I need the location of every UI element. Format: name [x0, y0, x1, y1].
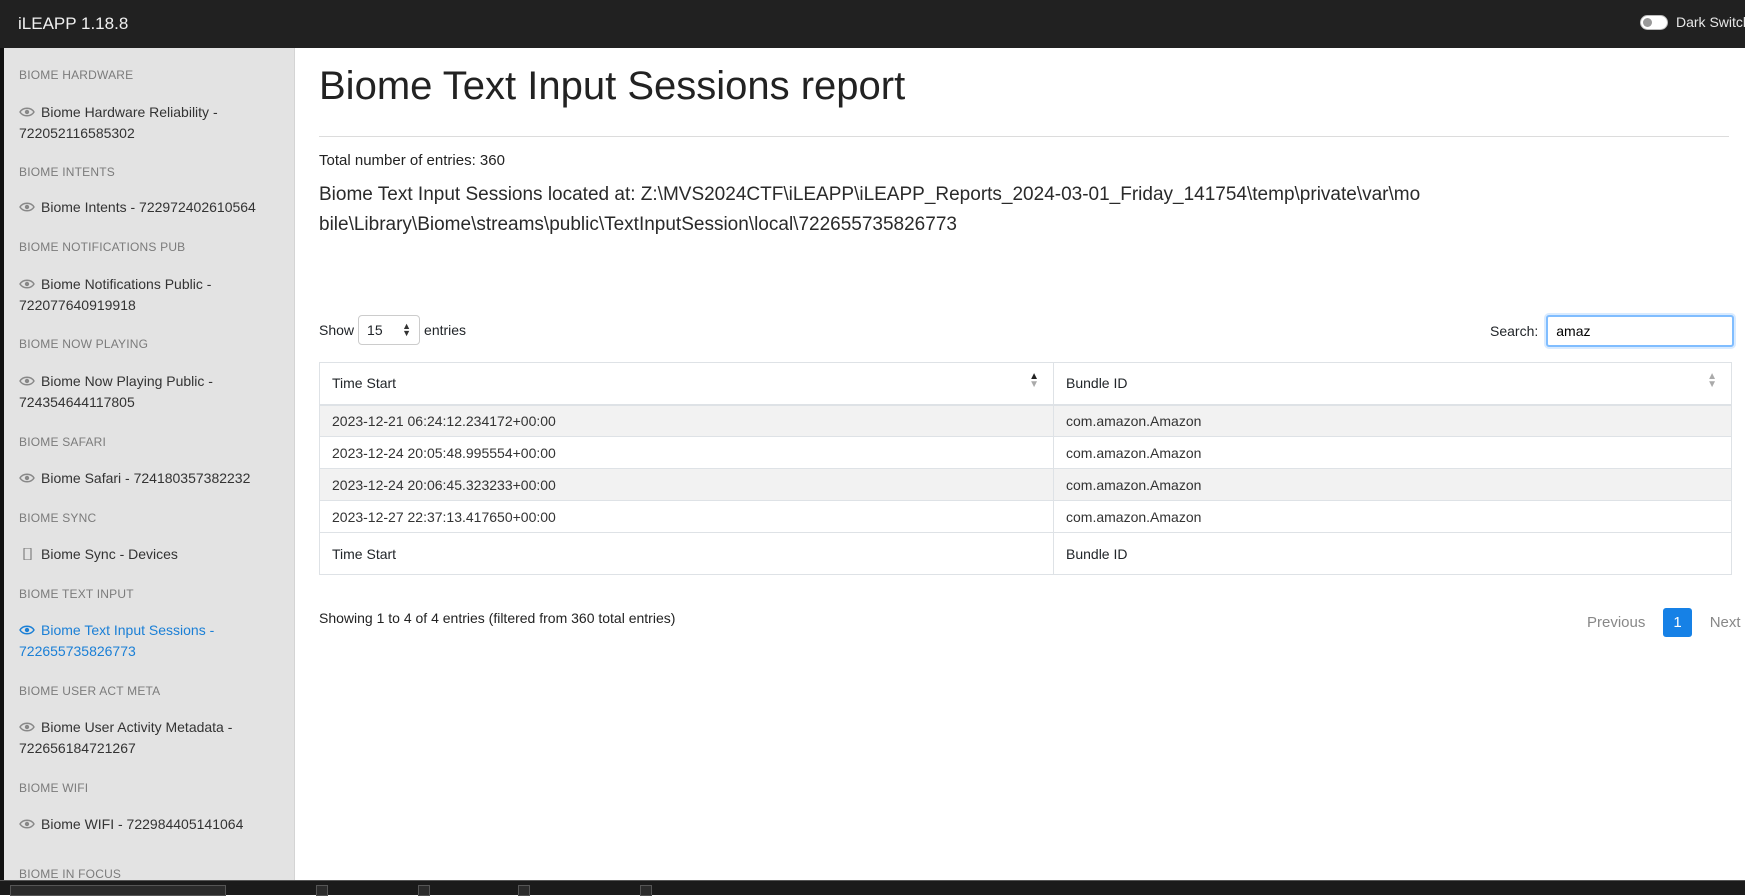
cell-time-start: 2023-12-24 20:06:45.323233+00:00: [319, 468, 1054, 501]
show-label: Show: [319, 322, 355, 338]
cell-bundle-id: com.amazon.Amazon: [1053, 500, 1732, 533]
page-size-select[interactable]: 15 ▲ ▼: [358, 315, 421, 345]
sidebar-item-intents[interactable]: Biome Intents - 722972402610564: [19, 197, 284, 218]
sidebar-item-label: Biome Hardware Reliability - 72205211658…: [19, 104, 218, 141]
sidebar-item-now-playing[interactable]: Biome Now Playing Public - 7243546441178…: [19, 371, 284, 413]
page-title: Biome Text Input Sessions report: [319, 64, 906, 108]
sidebar-item-label: Biome Safari - 724180357382232: [41, 470, 251, 486]
eye-icon: [19, 376, 35, 386]
taskbar-item[interactable]: [316, 885, 328, 896]
column-footer-bundle-id: Bundle ID: [1053, 532, 1732, 575]
cell-bundle-id: com.amazon.Amazon: [1053, 468, 1732, 501]
eye-icon: [19, 625, 35, 635]
eye-icon: [19, 473, 35, 483]
select-arrows-icon: ▲ ▼: [402, 321, 412, 338]
search-control: Search:: [1490, 315, 1735, 347]
eye-icon: [19, 819, 35, 829]
sidebar-item-label: Biome Now Playing Public - 7243546441178…: [19, 373, 213, 410]
dark-switch-label: Dark Switch: [1676, 14, 1745, 30]
toggle-switch-icon[interactable]: [1640, 14, 1668, 30]
eye-icon: [19, 107, 35, 117]
sidebar-item-label: Biome WIFI - 722984405141064: [41, 816, 244, 832]
sidebar-item-label: Biome Text Input Sessions - 722655735826…: [19, 622, 215, 659]
search-label: Search:: [1490, 323, 1539, 339]
column-header-label: Bundle ID: [1066, 375, 1128, 392]
eye-icon: [19, 202, 35, 212]
sidebar-item-label: Biome Intents - 722972402610564: [41, 199, 256, 215]
sidebar-heading: BIOME IN FOCUS: [19, 867, 122, 880]
next-button[interactable]: Next: [1698, 608, 1745, 637]
sidebar-heading: BIOME WIFI: [19, 781, 89, 795]
sidebar-item-text-input-sessions[interactable]: Biome Text Input Sessions - 722655735826…: [19, 620, 284, 662]
taskbar-item[interactable]: [10, 885, 226, 896]
sidebar-heading: BIOME NOTIFICATIONS PUB: [19, 240, 186, 254]
sidebar: BIOME HARDWARE Biome Hardware Reliabilit…: [0, 48, 295, 880]
sidebar-heading: BIOME TEXT INPUT: [19, 587, 134, 601]
taskbar: [0, 880, 1745, 896]
sort-icon: ▲ ▼: [1707, 371, 1717, 390]
app-title[interactable]: iLEAPP 1.18.8: [18, 14, 128, 34]
total-entries: Total number of entries: 360: [319, 152, 505, 169]
sidebar-heading: BIOME NOW PLAYING: [19, 337, 149, 351]
sidebar-item-sync-devices[interactable]: Biome Sync - Devices: [19, 544, 284, 565]
column-footer-time-start: Time Start: [319, 532, 1054, 575]
page-size-value: 15: [367, 322, 383, 338]
column-header-bundle-id[interactable]: Bundle ID ▲ ▼: [1053, 362, 1732, 406]
dark-switch[interactable]: Dark Switch: [1640, 14, 1745, 30]
entries-label: entries: [424, 322, 467, 338]
cell-bundle-id: com.amazon.Amazon: [1053, 436, 1732, 469]
sidebar-item-label: Biome Sync - Devices: [41, 546, 178, 562]
sidebar-item-user-activity-metadata[interactable]: Biome User Activity Metadata - 722656184…: [19, 717, 284, 759]
sidebar-heading: BIOME SAFARI: [19, 435, 107, 449]
cell-time-start: 2023-12-21 06:24:12.234172+00:00: [319, 404, 1054, 437]
search-input[interactable]: [1546, 315, 1735, 347]
table-info: Showing 1 to 4 of 4 entries (filtered fr…: [319, 610, 676, 626]
table-row: 2023-12-24 20:05:48.995554+00:00 com.ama…: [319, 436, 1732, 469]
main-content: Biome Text Input Sessions report Total n…: [295, 48, 1745, 880]
page-1-button[interactable]: 1: [1663, 608, 1692, 637]
sidebar-item-wifi[interactable]: Biome WIFI - 722984405141064: [19, 814, 284, 835]
sidebar-heading: BIOME INTENTS: [19, 165, 115, 179]
divider: [319, 136, 1729, 137]
taskbar-item[interactable]: [640, 885, 652, 896]
column-header-time-start[interactable]: Time Start ▲ ▼: [319, 362, 1054, 406]
sidebar-item-label: Biome Notifications Public - 72207764091…: [19, 276, 212, 313]
page-size-control: Show 15 ▲ ▼ entries: [319, 315, 466, 345]
report-location: Biome Text Input Sessions located at: Z:…: [319, 184, 1421, 235]
cell-time-start: 2023-12-27 22:37:13.417650+00:00: [319, 500, 1054, 533]
sidebar-item-hardware-reliability[interactable]: Biome Hardware Reliability - 72205211658…: [19, 102, 284, 144]
data-table: Time Start ▲ ▼ Bundle ID ▲ ▼ 2023-12-21 06…: [319, 362, 1732, 575]
cell-time-start: 2023-12-24 20:05:48.995554+00:00: [319, 436, 1054, 469]
sidebar-heading: BIOME SYNC: [19, 511, 97, 525]
sidebar-item-label: Biome User Activity Metadata - 722656184…: [19, 719, 233, 756]
sidebar-item-safari[interactable]: Biome Safari - 724180357382232: [19, 468, 284, 489]
sidebar-heading: BIOME HARDWARE: [19, 68, 134, 82]
cell-bundle-id: com.amazon.Amazon: [1053, 404, 1732, 437]
table-row: 2023-12-24 20:06:45.323233+00:00 com.ama…: [319, 468, 1732, 501]
sidebar-item-notifications-public[interactable]: Biome Notifications Public - 72207764091…: [19, 274, 284, 316]
top-navbar: iLEAPP 1.18.8 Dark Switch: [0, 0, 1745, 48]
eye-icon: [19, 722, 35, 732]
previous-button[interactable]: Previous: [1575, 608, 1657, 637]
pagination: Previous 1 Next: [1575, 608, 1745, 637]
taskbar-item[interactable]: [418, 885, 430, 896]
table-row: 2023-12-27 22:37:13.417650+00:00 com.ama…: [319, 500, 1732, 533]
table-row: 2023-12-21 06:24:12.234172+00:00 com.ama…: [319, 404, 1732, 437]
column-header-label: Time Start: [332, 375, 397, 392]
eye-icon: [19, 279, 35, 289]
sidebar-heading: BIOME USER ACT META: [19, 684, 161, 698]
sort-icon: ▲ ▼: [1029, 371, 1039, 390]
phone-icon: [23, 548, 32, 560]
taskbar-item[interactable]: [518, 885, 530, 896]
